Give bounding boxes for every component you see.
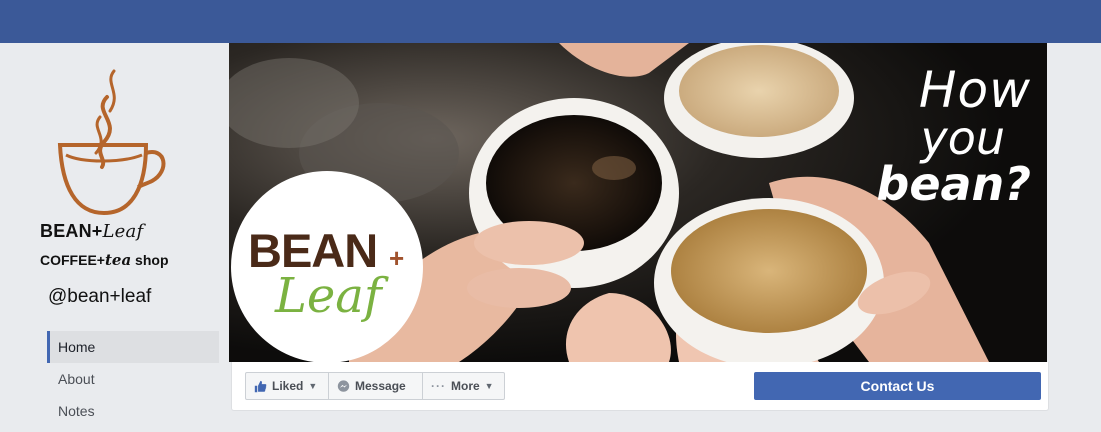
nav-item-about[interactable]: About [47,363,219,395]
messenger-icon [337,379,350,393]
top-navigation-bar [0,0,1101,43]
coffee-cup-logo-icon [57,69,166,216]
liked-button[interactable]: Liked ▼ [245,372,329,400]
brand-name: BEAN+Leaf [40,221,143,242]
profile-logo-plus: + [389,243,405,273]
tagline-line-1: How [918,61,1031,119]
more-dots-icon: ··· [431,379,446,393]
cover-tagline: How you bean? [841,65,1031,207]
more-button[interactable]: ··· More ▼ [422,372,505,400]
left-column: BEAN+Leaf COFFEE+tea shop @bean+leaf Hom… [0,43,230,432]
tagline-line-2: you [920,111,1005,165]
thumbs-up-icon [254,380,267,393]
message-button[interactable]: Message [328,372,423,400]
chevron-down-icon: ▼ [308,381,318,391]
tagline-line-3: bean? [876,157,1031,211]
page-handle[interactable]: @bean+leaf [48,286,151,308]
more-label: More [451,379,480,393]
brand-name-script: Leaf [102,221,144,242]
contact-us-button[interactable]: Contact Us [754,372,1041,400]
profile-picture[interactable]: BEAN + Leaf [231,171,423,363]
brand-sub-right: shop [131,252,169,268]
profile-logo-leaf: Leaf [275,268,382,324]
message-label: Message [355,379,406,393]
liked-label: Liked [272,379,304,393]
nav-item-home[interactable]: Home [47,331,219,363]
page-action-bar: Liked ▼ Message ··· More ▼ Contact Us [231,362,1049,411]
brand-sub-left: COFFEE+ [40,252,105,268]
page-nav: Home About Notes [47,331,219,427]
nav-item-notes[interactable]: Notes [47,395,219,427]
brand-subtitle: COFFEE+tea shop [40,251,169,269]
brand-name-bold: BEAN+ [40,221,103,241]
chevron-down-icon: ▼ [484,381,494,391]
brand-sub-script: tea [104,251,132,269]
